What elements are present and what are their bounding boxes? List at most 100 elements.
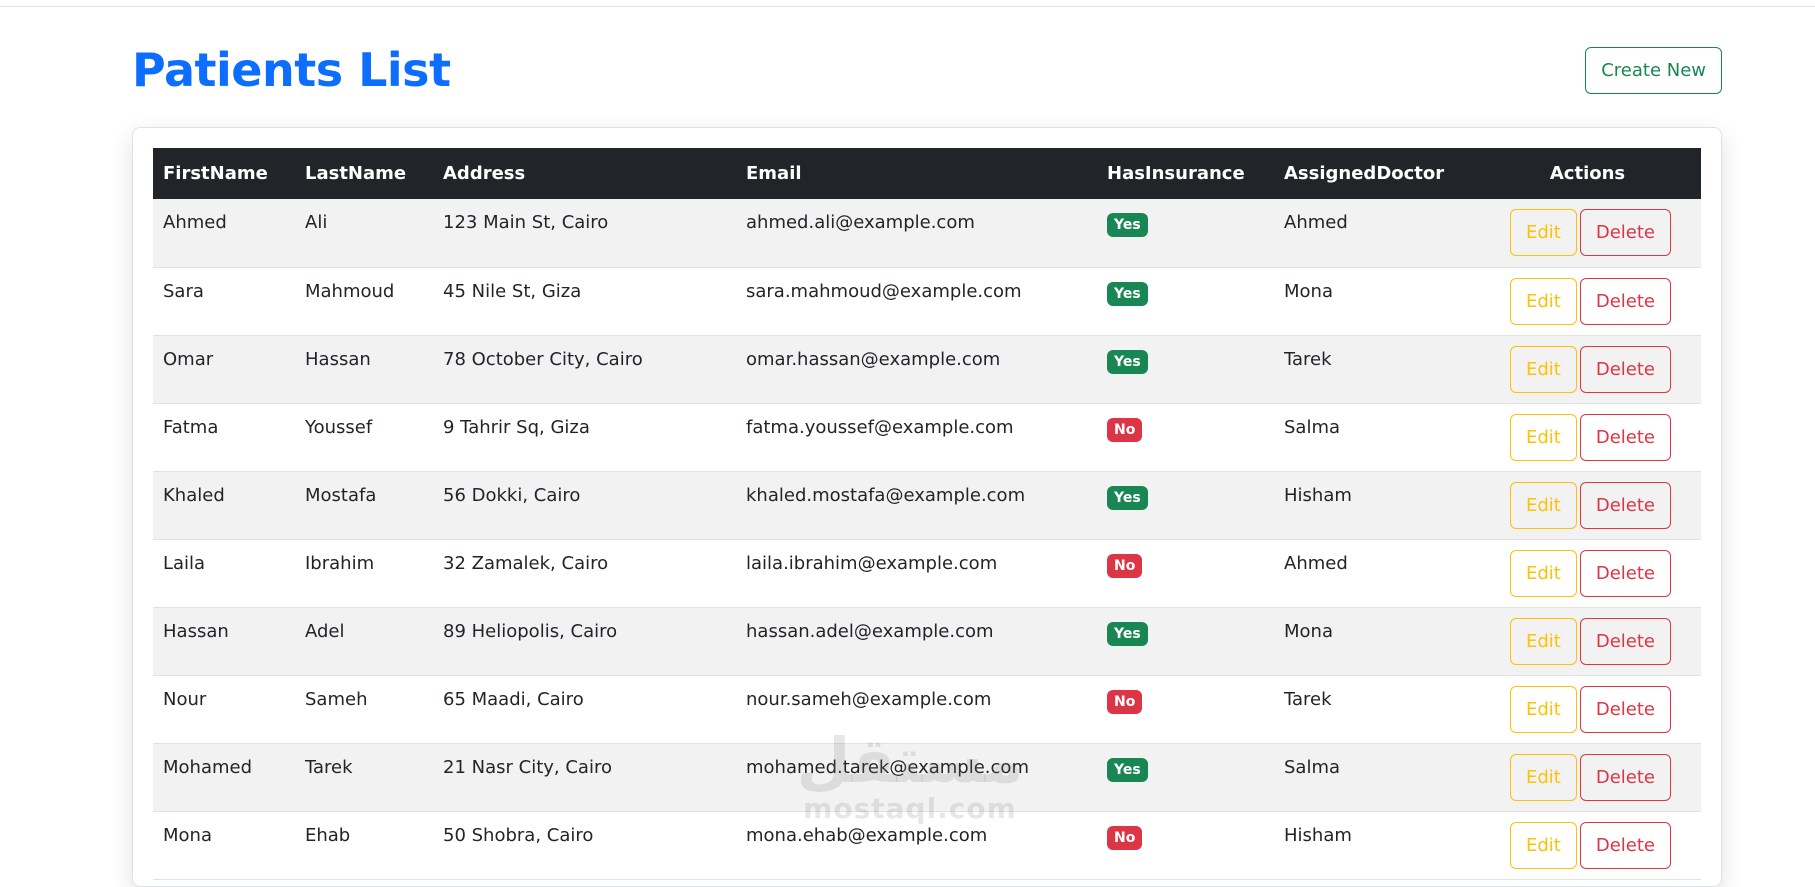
- delete-button[interactable]: Delete: [1579, 685, 1671, 733]
- edit-button[interactable]: Edit: [1509, 549, 1577, 597]
- insurance-badge: Yes: [1107, 757, 1148, 782]
- cell-address: 89 Heliopolis, Cairo: [443, 620, 618, 642]
- column-header-lastname[interactable]: LastName: [295, 148, 433, 199]
- cell-hasinsurance: Yes: [1097, 607, 1274, 675]
- table-row: Ahmed Ali 123 Main St, Cairo ahmed.ali@exam…: [153, 199, 1701, 267]
- edit-button[interactable]: Edit: [1509, 277, 1577, 325]
- insurance-badge: Yes: [1107, 213, 1148, 237]
- cell-lastname: Youssef: [305, 416, 373, 438]
- patients-card: FirstName LastName Address Email HasInsu…: [132, 127, 1722, 887]
- insurance-badge: Yes: [1107, 349, 1148, 374]
- cell-lastname: Adel: [305, 620, 345, 642]
- delete-button[interactable]: Delete: [1579, 345, 1671, 393]
- insurance-badge: Yes: [1107, 485, 1148, 510]
- cell-email: mohamed.tarek@example.com: [746, 756, 1029, 778]
- table-body: Ahmed Ali 123 Main St, Cairo ahmed.ali@exam…: [153, 199, 1701, 879]
- edit-button[interactable]: Edit: [1509, 209, 1577, 256]
- column-header-firstname[interactable]: FirstName: [153, 148, 295, 199]
- table-row: Fatma Youssef 9 Tahrir Sq, Giza fatma.youss…: [153, 403, 1701, 471]
- cell-address: 21 Nasr City, Cairo: [443, 756, 612, 778]
- cell-hasinsurance: No: [1097, 539, 1274, 607]
- cell-email: fatma.youssef@example.com: [746, 416, 1014, 438]
- delete-button[interactable]: Delete: [1579, 481, 1671, 529]
- delete-button[interactable]: Delete: [1579, 549, 1671, 597]
- cell-lastname: Sameh: [305, 688, 368, 710]
- cell-hasinsurance: Yes: [1097, 743, 1274, 811]
- cell-lastname: Mostafa: [305, 484, 377, 506]
- cell-address: 32 Zamalek, Cairo: [443, 552, 609, 574]
- column-header-address[interactable]: Address: [433, 148, 736, 199]
- edit-button[interactable]: Edit: [1509, 617, 1577, 665]
- cell-actions: Edit Delete: [1474, 403, 1701, 471]
- cell-hasinsurance: No: [1097, 811, 1274, 879]
- table-row: Nour Sameh 65 Maadi, Cairo nour.sameh@examp…: [153, 675, 1701, 743]
- delete-button[interactable]: Delete: [1579, 277, 1671, 325]
- table-header: FirstName LastName Address Email HasInsu…: [153, 148, 1701, 199]
- cell-address: 65 Maadi, Cairo: [443, 688, 584, 710]
- patients-table: FirstName LastName Address Email HasInsu…: [153, 148, 1701, 880]
- cell-email: ahmed.ali@example.com: [746, 212, 975, 233]
- cell-assigneddoctor: Mona: [1284, 620, 1333, 642]
- cell-email: hassan.adel@example.com: [746, 620, 994, 642]
- edit-button[interactable]: Edit: [1509, 753, 1577, 801]
- cell-firstname: Fatma: [163, 416, 219, 438]
- cell-firstname: Sara: [163, 280, 204, 302]
- cell-email: sara.mahmoud@example.com: [746, 280, 1022, 302]
- column-header-assigneddoctor[interactable]: AssignedDoctor: [1274, 148, 1474, 199]
- insurance-badge: No: [1107, 553, 1143, 578]
- edit-button[interactable]: Edit: [1509, 685, 1577, 733]
- cell-firstname: Mona: [163, 824, 212, 846]
- cell-assigneddoctor: Salma: [1284, 756, 1341, 778]
- cell-actions: Edit Delete: [1474, 267, 1701, 335]
- cell-email: omar.hassan@example.com: [746, 348, 1001, 370]
- cell-lastname: Tarek: [305, 756, 353, 778]
- cell-assigneddoctor: Mona: [1284, 280, 1333, 302]
- page-title: Patients List: [132, 43, 451, 97]
- table-row: Mohamed Tarek 21 Nasr City, Cairo mohamed.t…: [153, 743, 1701, 811]
- cell-lastname: Mahmoud: [305, 280, 395, 302]
- cell-assigneddoctor: Hisham: [1284, 484, 1352, 506]
- cell-email: laila.ibrahim@example.com: [746, 552, 998, 574]
- column-header-hasinsurance[interactable]: HasInsurance: [1097, 148, 1274, 199]
- cell-lastname: Ehab: [305, 824, 351, 846]
- insurance-badge: Yes: [1107, 281, 1148, 306]
- cell-lastname: Ibrahim: [305, 552, 375, 574]
- cell-assigneddoctor: Salma: [1284, 416, 1341, 438]
- cell-email: mona.ehab@example.com: [746, 824, 988, 846]
- cell-actions: Edit Delete: [1474, 471, 1701, 539]
- cell-lastname: Hassan: [305, 348, 371, 370]
- cell-hasinsurance: Yes: [1097, 267, 1274, 335]
- cell-firstname: Mohamed: [163, 756, 253, 778]
- delete-button[interactable]: Delete: [1579, 821, 1671, 869]
- cell-lastname: Ali: [305, 212, 328, 233]
- create-new-button[interactable]: Create New: [1585, 46, 1722, 94]
- cell-actions: Edit Delete: [1474, 199, 1701, 267]
- cell-hasinsurance: No: [1097, 675, 1274, 743]
- cell-assigneddoctor: Ahmed: [1284, 552, 1348, 574]
- table-row: Hassan Adel 89 Heliopolis, Cairo hassan.ade…: [153, 607, 1701, 675]
- insurance-badge: No: [1107, 825, 1143, 850]
- cell-email: khaled.mostafa@example.com: [746, 484, 1026, 506]
- table-row: Laila Ibrahim 32 Zamalek, Cairo laila.ibrah…: [153, 539, 1701, 607]
- delete-button[interactable]: Delete: [1579, 753, 1671, 801]
- cell-firstname: Laila: [163, 552, 206, 574]
- cell-hasinsurance: Yes: [1097, 199, 1274, 267]
- page-header: Patients List Create New: [132, 38, 1722, 102]
- delete-button[interactable]: Delete: [1579, 209, 1671, 256]
- top-border: [0, 0, 1815, 7]
- edit-button[interactable]: Edit: [1509, 821, 1577, 869]
- delete-button[interactable]: Delete: [1579, 617, 1671, 665]
- delete-button[interactable]: Delete: [1579, 413, 1671, 461]
- column-header-email[interactable]: Email: [736, 148, 1097, 199]
- edit-button[interactable]: Edit: [1509, 345, 1577, 393]
- cell-assigneddoctor: Hisham: [1284, 824, 1352, 846]
- edit-button[interactable]: Edit: [1509, 413, 1577, 461]
- insurance-badge: Yes: [1107, 621, 1148, 646]
- cell-firstname: Khaled: [163, 484, 225, 506]
- cell-address: 78 October City, Cairo: [443, 348, 643, 370]
- cell-firstname: Nour: [163, 688, 207, 710]
- cell-address: 45 Nile St, Giza: [443, 280, 582, 302]
- cell-address: 9 Tahrir Sq, Giza: [443, 416, 590, 438]
- table-row: Mona Ehab 50 Shobra, Cairo mona.ehab@exampl…: [153, 811, 1701, 879]
- edit-button[interactable]: Edit: [1509, 481, 1577, 529]
